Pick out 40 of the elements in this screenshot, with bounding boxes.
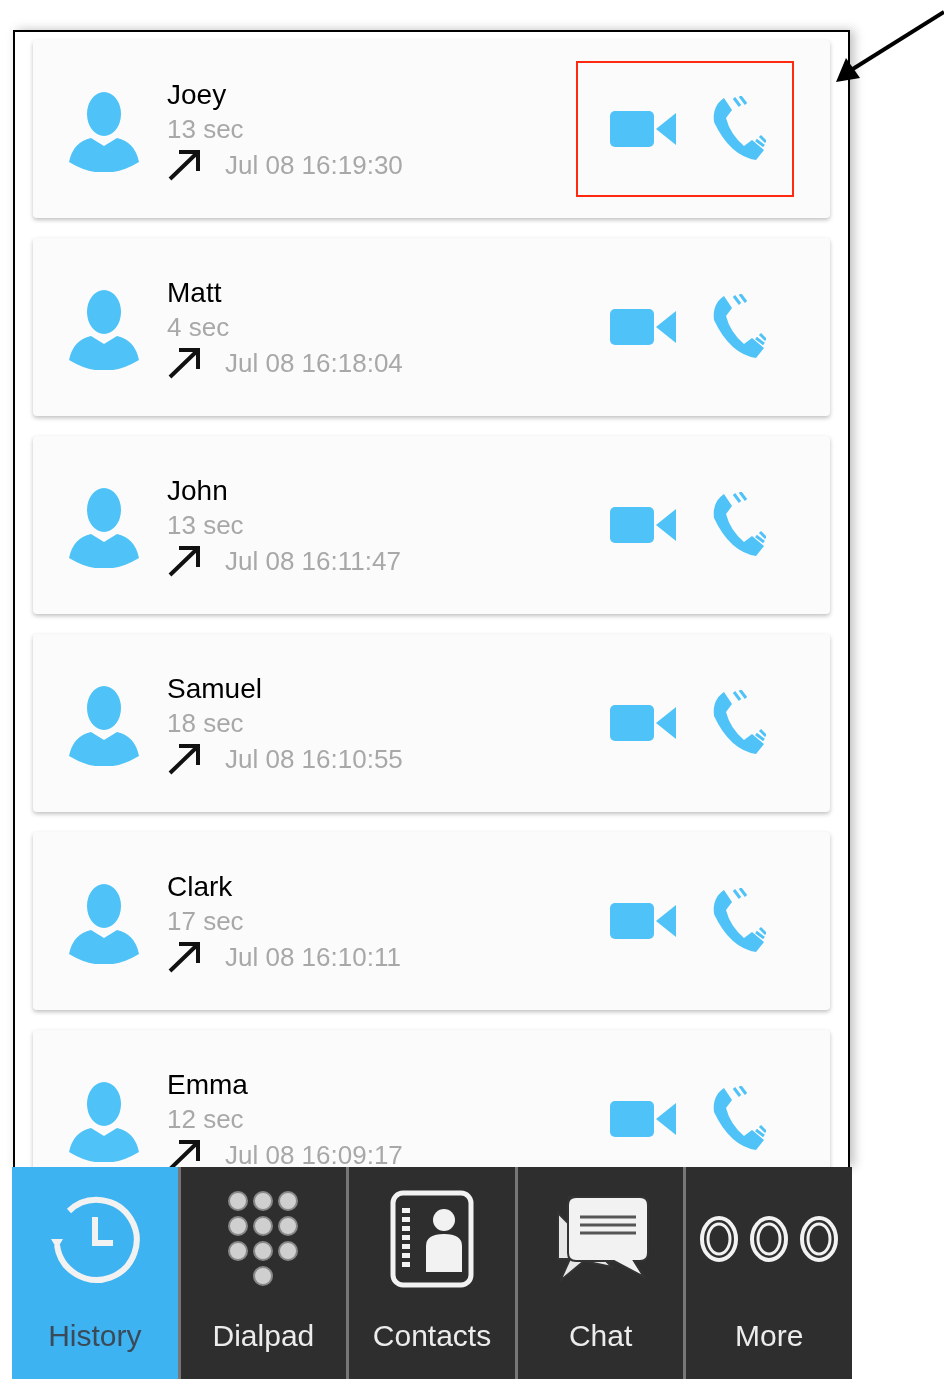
call-time: Jul 08 16:18:04 [225,347,403,379]
call-card[interactable]: Samuel 18 sec Jul 08 16:10:55 [33,634,830,812]
call-duration: 17 sec [167,905,245,937]
video-camera-icon[interactable] [610,111,676,147]
call-time: Jul 08 16:10:55 [225,743,403,775]
call-time: Jul 08 16:09:17 [225,1139,403,1167]
outgoing-arrow-icon [167,545,201,577]
tab[interactable]: History [12,1167,178,1379]
contact-name: Clark [167,870,234,904]
video-camera-icon[interactable] [610,705,676,741]
outgoing-arrow-icon [167,347,201,379]
call-time: Jul 08 16:10:11 [225,941,401,973]
call-card[interactable]: Clark 17 sec Jul 08 16:10:11 [33,832,830,1010]
call-duration: 13 sec [167,509,245,541]
call-time: Jul 08 16:11:47 [225,545,401,577]
call-time: Jul 08 16:19:30 [225,149,403,181]
contact-name: Samuel [167,672,263,706]
call-card[interactable]: John 13 sec Jul 08 16:11:47 [33,436,830,614]
call-card[interactable]: Emma 12 sec Jul 08 16:09:17 [33,1030,830,1167]
call-card[interactable]: Matt 4 sec Jul 08 16:18:04 [33,238,830,416]
contact-name: Emma [167,1068,249,1102]
call-duration: 12 sec [167,1103,245,1135]
video-camera-icon[interactable] [610,1101,676,1137]
outgoing-arrow-icon [167,941,201,973]
call-duration: 18 sec [167,707,245,739]
outgoing-arrow-icon [167,1139,201,1167]
outgoing-arrow-icon [167,743,201,775]
video-camera-icon[interactable] [610,309,676,345]
outgoing-arrow-icon [167,149,201,181]
contact-name: Joey [167,78,228,112]
contact-name: John [167,474,229,508]
call-duration: 4 sec [167,311,231,343]
video-camera-icon[interactable] [610,507,676,543]
dialpad-icon [228,1191,299,1287]
call-duration: 13 sec [167,113,245,145]
video-camera-icon[interactable] [610,903,676,939]
call-card[interactable]: Joey 13 sec Jul 08 16:19:30 [33,40,830,218]
more-icon [700,1216,839,1262]
contact-name: Matt [167,276,223,310]
contact-card-icon [390,1190,474,1288]
